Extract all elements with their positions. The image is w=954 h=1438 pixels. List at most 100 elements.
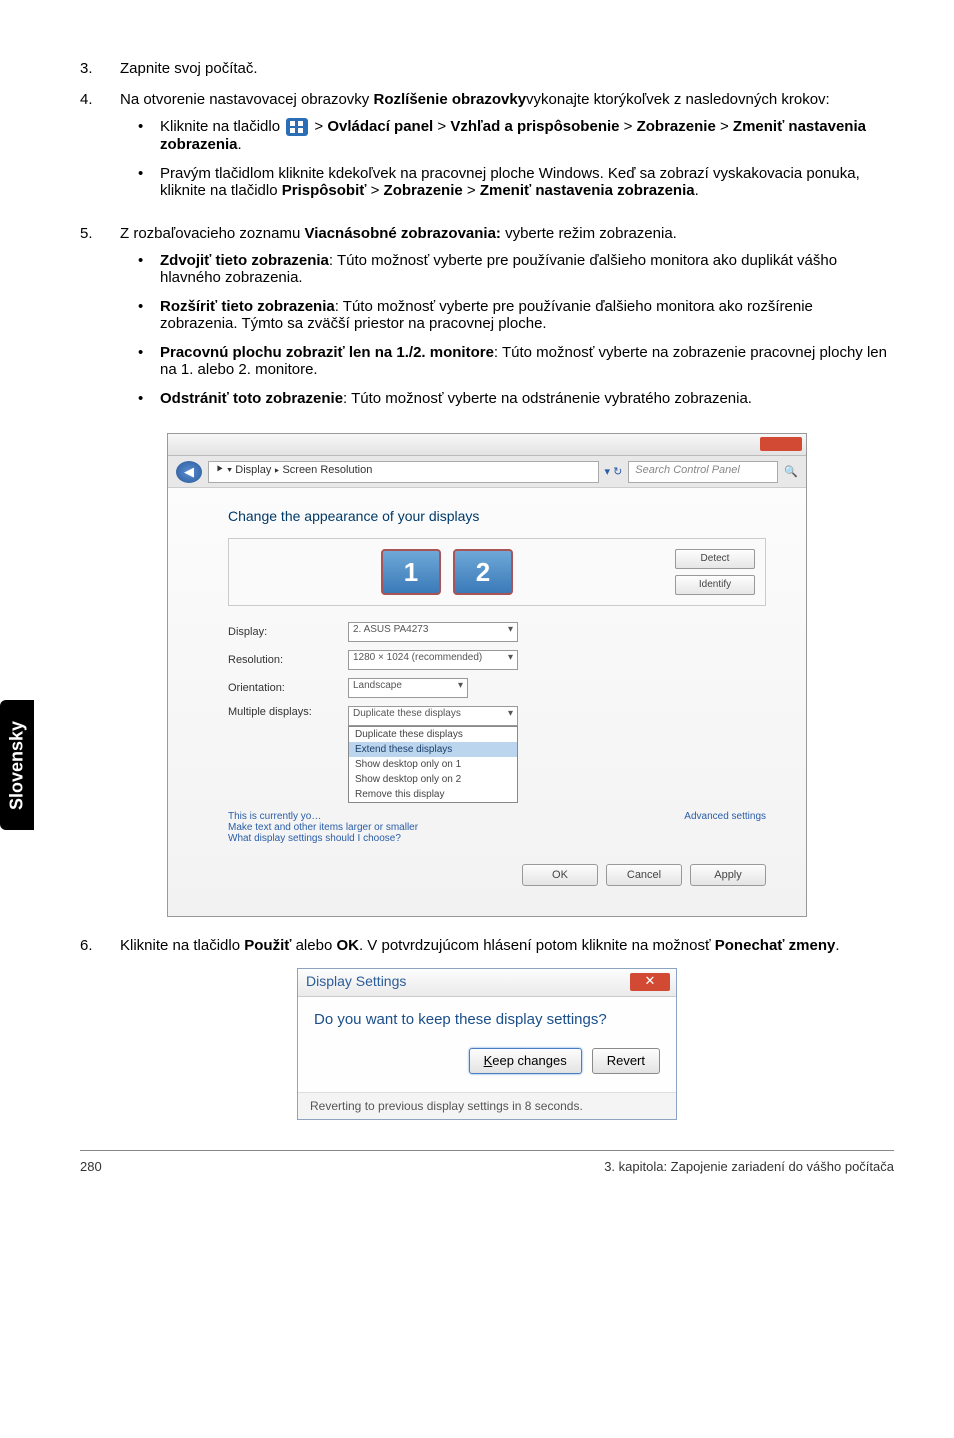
step-4-sub1: Kliknite na tlačidlo > Ovládací panel > … — [160, 118, 894, 153]
orientation-label: Orientation: — [228, 682, 338, 694]
page-footer: 280 3. kapitola: Zapojenie zariadení do … — [80, 1150, 894, 1174]
bullet: • — [120, 252, 160, 286]
step-4-bold: Rozlíšenie obrazovky — [373, 91, 526, 108]
step-4-text-a: Na otvorenie nastavovacej obrazovky — [120, 91, 373, 108]
windows-start-icon — [286, 118, 308, 136]
t: Kliknite na tlačidlo — [120, 937, 244, 954]
multiple-displays-dropdown: Duplicate these displays Extend these di… — [348, 726, 518, 803]
screen-resolution-window: ◀ ⯈ ▾ Display ▸ Screen Resolution ▾ ↻ Se… — [167, 433, 807, 917]
note-current-display: This is currently yo… — [228, 811, 418, 822]
monitor-2[interactable]: 2 — [453, 549, 513, 595]
dialog-question: Do you want to keep these display settin… — [314, 1011, 660, 1028]
monitor-1[interactable]: 1 — [381, 549, 441, 595]
close-icon[interactable] — [760, 437, 802, 451]
bullet: • — [120, 344, 160, 378]
step-5: 5. Z rozbaľovacieho zoznamu Viacnásobné … — [80, 225, 894, 419]
bullet: • — [120, 298, 160, 332]
t: Pracovnú plochu zobraziť len na 1./2. mo… — [160, 344, 494, 361]
breadcrumb[interactable]: ⯈ ▾ Display ▸ Screen Resolution — [208, 461, 599, 483]
t: Z rozbaľovacieho zoznamu — [120, 225, 304, 242]
t: > — [463, 182, 480, 199]
t: Zdvojiť tieto zobrazenia — [160, 252, 329, 269]
t: > — [716, 118, 733, 135]
detect-button[interactable]: Detect — [675, 549, 755, 569]
t: OK — [336, 937, 359, 954]
orientation-select[interactable]: Landscape — [348, 678, 468, 698]
close-icon[interactable]: ✕ — [630, 973, 670, 991]
ok-button[interactable]: OK — [522, 864, 598, 886]
cancel-button[interactable]: Cancel — [606, 864, 682, 886]
step-4-text-b: vykonajte ktorýkoľvek z nasledovných kro… — [526, 91, 830, 108]
t: Kliknite na tlačidlo — [160, 118, 284, 135]
language-tab: Slovensky — [0, 700, 34, 830]
display-settings-dialog: Display Settings ✕ Do you want to keep t… — [297, 968, 677, 1120]
link-help[interactable]: What display settings should I choose? — [228, 833, 418, 844]
opt-remove: Odstrániť toto zobrazenie: Túto možnosť … — [160, 390, 894, 407]
opt-extend: Rozšíriť tieto zobrazenia: Túto možnosť … — [160, 298, 894, 332]
step-4: 4. Na otvorenie nastavovacej obrazovky R… — [80, 91, 894, 211]
display-label: Display: — [228, 626, 338, 638]
revert-button[interactable]: Revert — [592, 1048, 660, 1074]
chapter-title: 3. kapitola: Zapojenie zariadení do vášh… — [604, 1159, 894, 1174]
t: > — [620, 118, 637, 135]
back-button[interactable]: ◀ — [176, 461, 202, 483]
t: : Túto možnosť vyberte na odstránenie vy… — [343, 390, 752, 407]
step-6: 6. Kliknite na tlačidlo Použiť alebo OK.… — [80, 937, 894, 954]
step-3-text: Zapnite svoj počítač. — [120, 60, 894, 77]
bullet: • — [120, 118, 160, 153]
t: Zobrazenie — [384, 182, 463, 199]
t: Ovládací panel — [327, 118, 433, 135]
t: Odstrániť toto zobrazenie — [160, 390, 343, 407]
t: Prispôsobiť — [282, 182, 367, 199]
dialog-title: Display Settings — [306, 973, 406, 989]
dialog-titlebar: Display Settings ✕ — [298, 969, 676, 997]
search-icon: 🔍 — [784, 465, 798, 478]
t: Zobrazenie — [637, 118, 716, 135]
step-4-sub2: Pravým tlačidlom kliknite kdekoľvek na p… — [160, 165, 894, 199]
t: Viacnásobné zobrazovania: — [304, 225, 500, 242]
t: Vzhľad a prispôsobenie — [450, 118, 619, 135]
t: vyberte režim zobrazenia. — [501, 225, 677, 242]
page-number: 280 — [80, 1159, 102, 1174]
t: . — [695, 182, 699, 199]
t: > — [433, 118, 450, 135]
t: . — [835, 937, 839, 954]
dialog-footer: Reverting to previous display settings i… — [298, 1092, 676, 1119]
opt-duplicate: Zdvojiť tieto zobrazenia: Túto možnosť v… — [160, 252, 894, 286]
step-6-num: 6. — [80, 937, 120, 954]
resolution-select[interactable]: 1280 × 1024 (recommended) — [348, 650, 518, 670]
dd-option-remove[interactable]: Remove this display — [349, 787, 517, 802]
kc-rest: eep changes — [492, 1053, 566, 1068]
page-heading: Change the appearance of your displays — [228, 508, 766, 524]
t: alebo — [291, 937, 336, 954]
dd-option-only2[interactable]: Show desktop only on 2 — [349, 772, 517, 787]
advanced-settings-link[interactable]: Advanced settings — [684, 811, 766, 844]
window-nav: ◀ ⯈ ▾ Display ▸ Screen Resolution ▾ ↻ Se… — [168, 456, 806, 488]
t: Zmeniť nastavenia zobrazenia — [480, 182, 695, 199]
keep-changes-button[interactable]: Keep changes — [469, 1048, 582, 1074]
dd-option-only1[interactable]: Show desktop only on 1 — [349, 757, 517, 772]
step-5-num: 5. — [80, 225, 120, 419]
multiple-displays-select[interactable]: Duplicate these displays — [348, 706, 518, 726]
bullet: • — [120, 165, 160, 199]
multiple-displays-label: Multiple displays: — [228, 706, 338, 718]
bullet: • — [120, 390, 160, 407]
step-3-num: 3. — [80, 60, 120, 77]
opt-show-only: Pracovnú plochu zobraziť len na 1./2. mo… — [160, 344, 894, 378]
t: Rozšíriť tieto zobrazenia — [160, 298, 335, 315]
t: . V potvrdzujúcom hlásení potom kliknite… — [359, 937, 715, 954]
identify-button[interactable]: Identify — [675, 575, 755, 595]
resolution-label: Resolution: — [228, 654, 338, 666]
dd-option-extend[interactable]: Extend these displays — [349, 742, 517, 757]
t: > — [366, 182, 383, 199]
t: Ponechať zmeny — [715, 937, 836, 954]
t: > — [310, 118, 327, 135]
search-input[interactable]: Search Control Panel — [628, 461, 778, 483]
apply-button[interactable]: Apply — [690, 864, 766, 886]
step-4-num: 4. — [80, 91, 120, 211]
t: . — [238, 136, 242, 153]
window-titlebar — [168, 434, 806, 456]
dd-option-duplicate[interactable]: Duplicate these displays — [349, 727, 517, 742]
display-select[interactable]: 2. ASUS PA4273 — [348, 622, 518, 642]
link-text-size[interactable]: Make text and other items larger or smal… — [228, 822, 418, 833]
